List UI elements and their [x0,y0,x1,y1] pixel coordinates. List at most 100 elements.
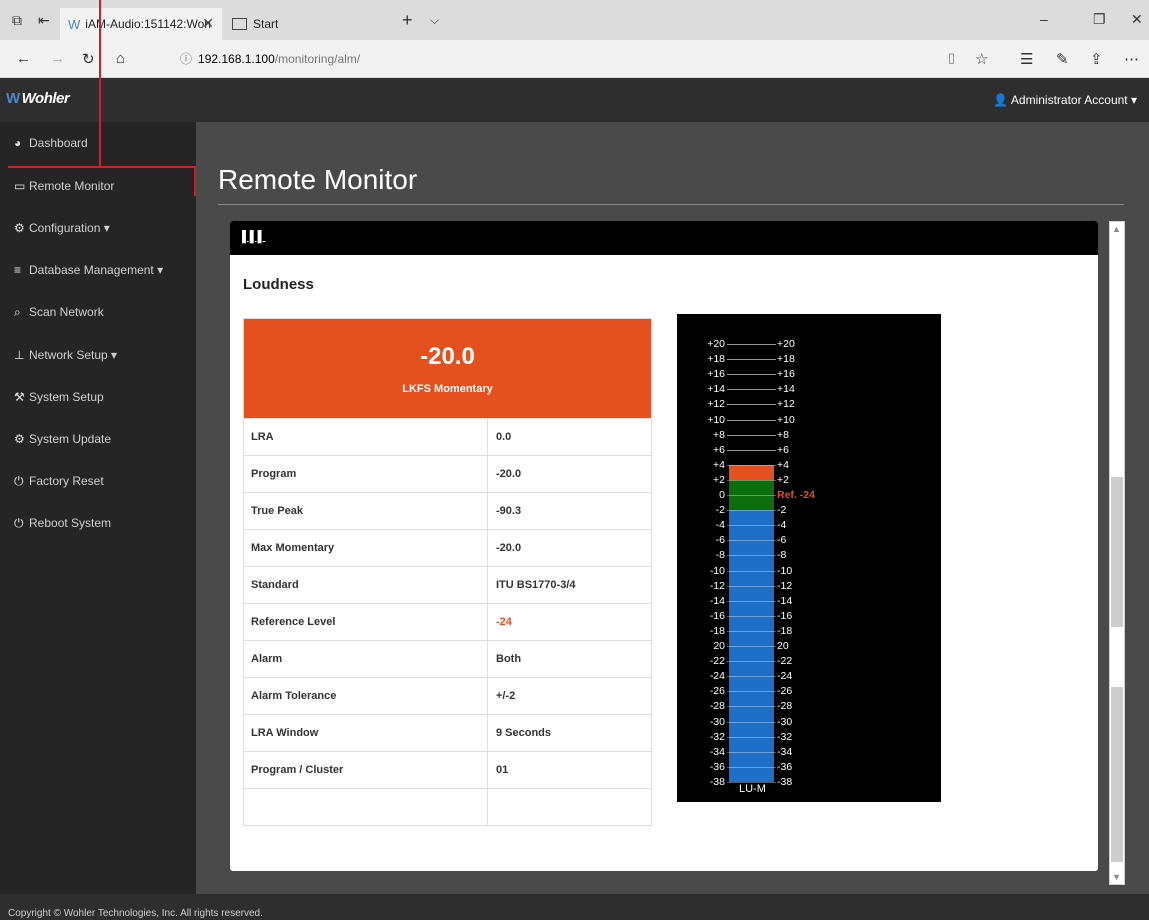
sidebar-item-scan-network[interactable]: ⌕ Scan Network [14,305,104,320]
more-icon[interactable]: ⋯ [1124,50,1139,68]
row-key: Program / Cluster [244,751,488,789]
meter-tick-line [727,359,776,361]
row-value: -20.0 [496,468,522,480]
browser-tab-start[interactable]: Start [224,8,394,40]
meter-tick-line [727,751,776,753]
sidebar-item-network-setup[interactable]: ⊥ Network Setup ▾ [14,348,117,362]
scroll-down-icon[interactable]: ▼ [1112,872,1121,882]
address-bar[interactable]: ⓘ 192.168.1.100/monitoring/alm/ [180,50,360,67]
meter-scale-label: -6 [715,534,725,547]
wohler-logo[interactable]: W Wohler [6,90,70,107]
new-tab-icon[interactable]: + [402,10,413,31]
copyright: Copyright © Wohler Technologies, Inc. Al… [8,908,263,919]
meter-scale-label: +18 [707,353,725,366]
restore-icon[interactable]: ❐ [1093,11,1106,28]
account-menu[interactable]: 👤 Administrator Account ▾ [993,93,1137,107]
sidebar-item-configuration[interactable]: ⚙ Configuration ▾ [14,221,110,235]
close-window-icon[interactable]: ✕ [1131,11,1143,28]
table-row: Program / Cluster 01 [244,751,651,789]
meter-reference-label: Ref. -24 [777,489,815,501]
meter-unit-label: LU-M [739,782,766,795]
meter-scale-label: +2 [713,473,725,486]
share-icon[interactable]: ⇪ [1090,50,1103,68]
meter-tick-line [727,676,776,678]
tab-actions-icon[interactable]: ⧉ [12,12,22,29]
meter-tick-line [727,721,776,723]
meter-tick-line [727,464,776,466]
sidebar-item-dashboard[interactable]: ◕ Dashboard [14,136,88,150]
meter-tick-line [727,706,776,708]
start-page-icon [232,18,247,30]
caret-down-icon: ▾ [111,348,118,362]
meter-scale-label: -2 [777,504,787,517]
bar-chart-icon: ▌▌▌ [242,231,266,243]
favorite-star-icon[interactable]: ☆ [975,50,988,68]
sidebar-item-remote-monitor[interactable]: ▭ Remote Monitor [14,179,114,193]
meter-tick-line [727,374,776,376]
home-icon[interactable]: ⌂ [116,50,125,67]
sidebar-item-database-management[interactable]: ≡ Database Management ▾ [14,263,163,277]
tab-list-chevron-icon[interactable]: ⌵ [430,13,439,28]
set-aside-tabs-icon[interactable]: ⇤ [38,12,50,29]
meter-scale-label: -4 [715,519,725,532]
meter-scale-label: +20 [777,338,795,350]
meter-scale-label: -8 [715,549,725,562]
sidebar-item-reboot-system[interactable]: ⏻ Reboot System [14,516,111,531]
row-value: -20.0 [496,542,522,554]
wrench-icon: ⚒ [14,390,25,404]
caret-down-icon: ▾ [1130,93,1137,107]
meter-scale-label: -12 [777,579,793,592]
row-key: True Peak [244,492,488,530]
forward-icon[interactable]: → [50,50,65,67]
meter-scale-label: -18 [777,624,793,637]
meter-scale-label: -34 [709,745,725,758]
row-value: 01 [496,764,509,776]
meter-scale-label: -16 [777,609,793,622]
meter-scale-label: -14 [709,594,725,607]
sidebar-item-factory-reset[interactable]: ⏻ Factory Reset [14,474,104,489]
url-path: /monitoring/alm/ [274,52,361,66]
wohler-logo-icon: W [6,90,20,107]
site-info-icon[interactable]: ⓘ [180,52,192,66]
scroll-up-icon[interactable]: ▲ [1112,224,1121,234]
meter-scale-label: +10 [777,413,795,426]
meter-scale-label: +12 [707,398,725,411]
callout-line [194,166,196,196]
sidebar-item-system-update[interactable]: ⚙ System Update [14,432,111,446]
row-value: 9 Seconds [496,727,552,739]
meter-tick-line [727,615,776,617]
reading-view-icon[interactable]: ▯ [948,50,955,66]
refresh-icon[interactable]: ↻ [82,50,95,68]
close-tab-icon[interactable]: ✕ [202,15,214,32]
meter-tick-line [727,585,776,587]
page-title: Remote Monitor [218,164,418,195]
main-content: Remote Monitor ▌▌▌ Loudness -20.0 LKFS M… [196,122,1149,894]
meter-tick-line [727,495,776,496]
divider [218,204,1124,205]
browser-tab-strip: ⧉ ⇤ W iAM-Audio:151142:Woh ✕ Start + ⌵ –… [0,0,1149,40]
tab-title: iAM-Audio:151142:Woh [85,17,211,31]
meter-scale-label: -16 [709,609,725,622]
meter-scale-label: -30 [777,715,793,728]
browser-tab-active[interactable]: W iAM-Audio:151142:Woh ✕ [60,8,222,40]
scrollbar[interactable]: ▲ ▼ [1109,221,1125,885]
meter-scale-label: -14 [777,594,793,607]
sidebar-item-system-setup[interactable]: ⚒ System Setup [14,390,104,404]
pen-icon[interactable]: ✎ [1056,50,1069,68]
favorites-list-icon[interactable]: ☰ [1020,50,1033,68]
callout-line [8,166,196,168]
minimize-icon[interactable]: – [1040,11,1048,27]
account-label: Administrator Account [1010,93,1128,107]
meter-scale-label: -26 [709,685,725,698]
meter-scale-label: +8 [777,428,789,441]
dashboard-icon: ◕ [14,136,22,150]
sidebar: ◕ Dashboard ▭ Remote Monitor ⚙ Configuratio… [0,122,196,894]
loudness-panel: ▌▌▌ Loudness -20.0 LKFS Momentary LRA 0.0… [230,221,1098,871]
row-value: -24 [496,616,512,628]
table-row-empty [244,788,651,826]
meter-scale-label: -22 [709,655,725,668]
scrollbar-thumb[interactable] [1111,477,1123,627]
meter-scale-label: 20 [713,640,725,652]
row-value: Both [496,653,522,665]
back-icon[interactable]: ← [16,50,31,67]
